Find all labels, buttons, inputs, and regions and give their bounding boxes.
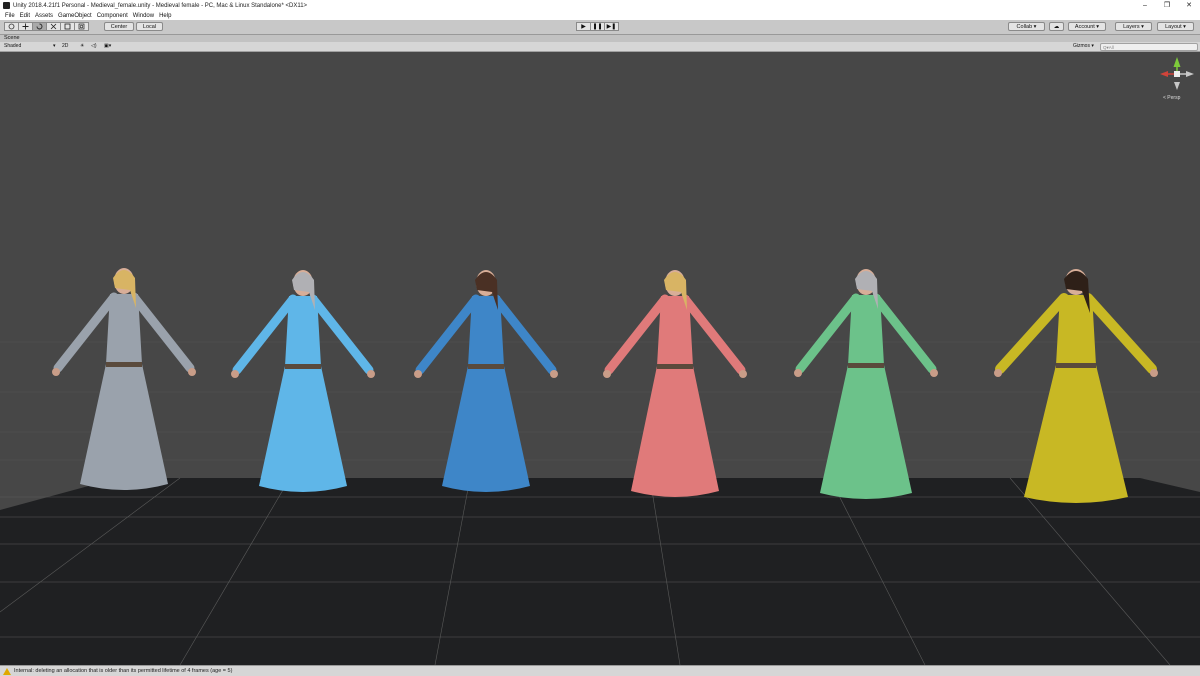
scene-search-input[interactable]: Q▾All <box>1100 43 1198 51</box>
pivot-space-toggle[interactable]: Local <box>136 22 163 31</box>
pivot-label: Center <box>110 24 128 30</box>
character-yellow-dress[interactable] <box>978 265 1174 523</box>
scene-search-placeholder: Q▾All <box>1103 45 1114 50</box>
status-bar[interactable]: Internal: deleting an allocation that is… <box>0 665 1200 676</box>
menu-help[interactable]: Help <box>159 13 171 19</box>
step-button[interactable]: ▶❚ <box>604 22 619 31</box>
character-green-dress[interactable] <box>778 265 954 519</box>
transform-tools <box>4 22 89 31</box>
move-tool-icon[interactable] <box>18 22 33 31</box>
lighting-toggle-icon[interactable]: ☀ <box>80 43 84 50</box>
menu-assets[interactable]: Assets <box>35 13 53 19</box>
rotate-tool-icon[interactable] <box>32 22 47 31</box>
window-title: Unity 2018.4.21f1 Personal - Medieval_fe… <box>13 2 308 9</box>
rect-tool-icon[interactable] <box>60 22 75 31</box>
scene-toolbar: Shaded ▾ 2D ☀ ◁) ▣▾ Gizmos ▾ Q▾All <box>0 42 1200 52</box>
perspective-label[interactable]: < Persp <box>1163 95 1180 101</box>
pause-button[interactable]: ❚❚ <box>590 22 605 31</box>
menu-file[interactable]: File <box>5 13 15 19</box>
shading-chevron-icon[interactable]: ▾ <box>53 43 56 50</box>
menu-gameobject[interactable]: GameObject <box>58 13 92 19</box>
character-red-dress[interactable] <box>587 266 763 518</box>
warning-icon <box>3 667 11 675</box>
pivot-center-toggle[interactable]: Center <box>104 22 134 31</box>
title-bar: Unity 2018.4.21f1 Personal - Medieval_fe… <box>0 0 1200 11</box>
collab-dropdown[interactable]: Collab ▾ <box>1008 22 1045 31</box>
menu-edit[interactable]: Edit <box>20 13 30 19</box>
shading-mode-dropdown[interactable]: Shaded <box>4 43 21 50</box>
scene-tab-strip: Scene <box>0 35 1200 42</box>
gizmos-dropdown[interactable]: Gizmos ▾ <box>1073 43 1094 50</box>
close-button[interactable]: ✕ <box>1178 0 1200 11</box>
menu-bar: File Edit Assets GameObject Component Wi… <box>0 11 1200 20</box>
status-message: Internal: deleting an allocation that is… <box>14 668 233 674</box>
unity-logo-icon <box>3 2 10 9</box>
transform-tool-icon[interactable] <box>74 22 89 31</box>
character-light-blue-dress[interactable] <box>215 266 391 513</box>
audio-toggle-icon[interactable]: ◁) <box>91 43 97 50</box>
effects-dropdown-icon[interactable]: ▣▾ <box>104 43 111 50</box>
scale-tool-icon[interactable] <box>46 22 61 31</box>
main-toolbar: Center Local ▶ ❚❚ ▶❚ Collab ▾ ☁ Account … <box>0 20 1200 35</box>
space-label: Local <box>142 24 157 30</box>
layout-dropdown[interactable]: Layout ▾ <box>1157 22 1194 31</box>
cloud-icon[interactable]: ☁ <box>1049 22 1064 31</box>
tab-scene[interactable]: Scene <box>4 35 20 42</box>
scene-viewport[interactable] <box>0 52 1200 665</box>
character-grey-dress[interactable] <box>36 264 212 511</box>
account-dropdown[interactable]: Account ▾ <box>1068 22 1106 31</box>
window-controls: – ❐ ✕ <box>1134 0 1200 11</box>
character-blue-dress[interactable] <box>398 266 574 513</box>
play-button[interactable]: ▶ <box>576 22 591 31</box>
layers-dropdown[interactable]: Layers ▾ <box>1115 22 1152 31</box>
menu-component[interactable]: Component <box>97 13 128 19</box>
toggle-2d-button[interactable]: 2D <box>62 43 68 50</box>
minimize-button[interactable]: – <box>1134 0 1156 11</box>
play-controls: ▶ ❚❚ ▶❚ <box>576 22 619 31</box>
hand-tool-icon[interactable] <box>4 22 19 31</box>
menu-window[interactable]: Window <box>133 13 154 19</box>
maximize-button[interactable]: ❐ <box>1156 0 1178 11</box>
